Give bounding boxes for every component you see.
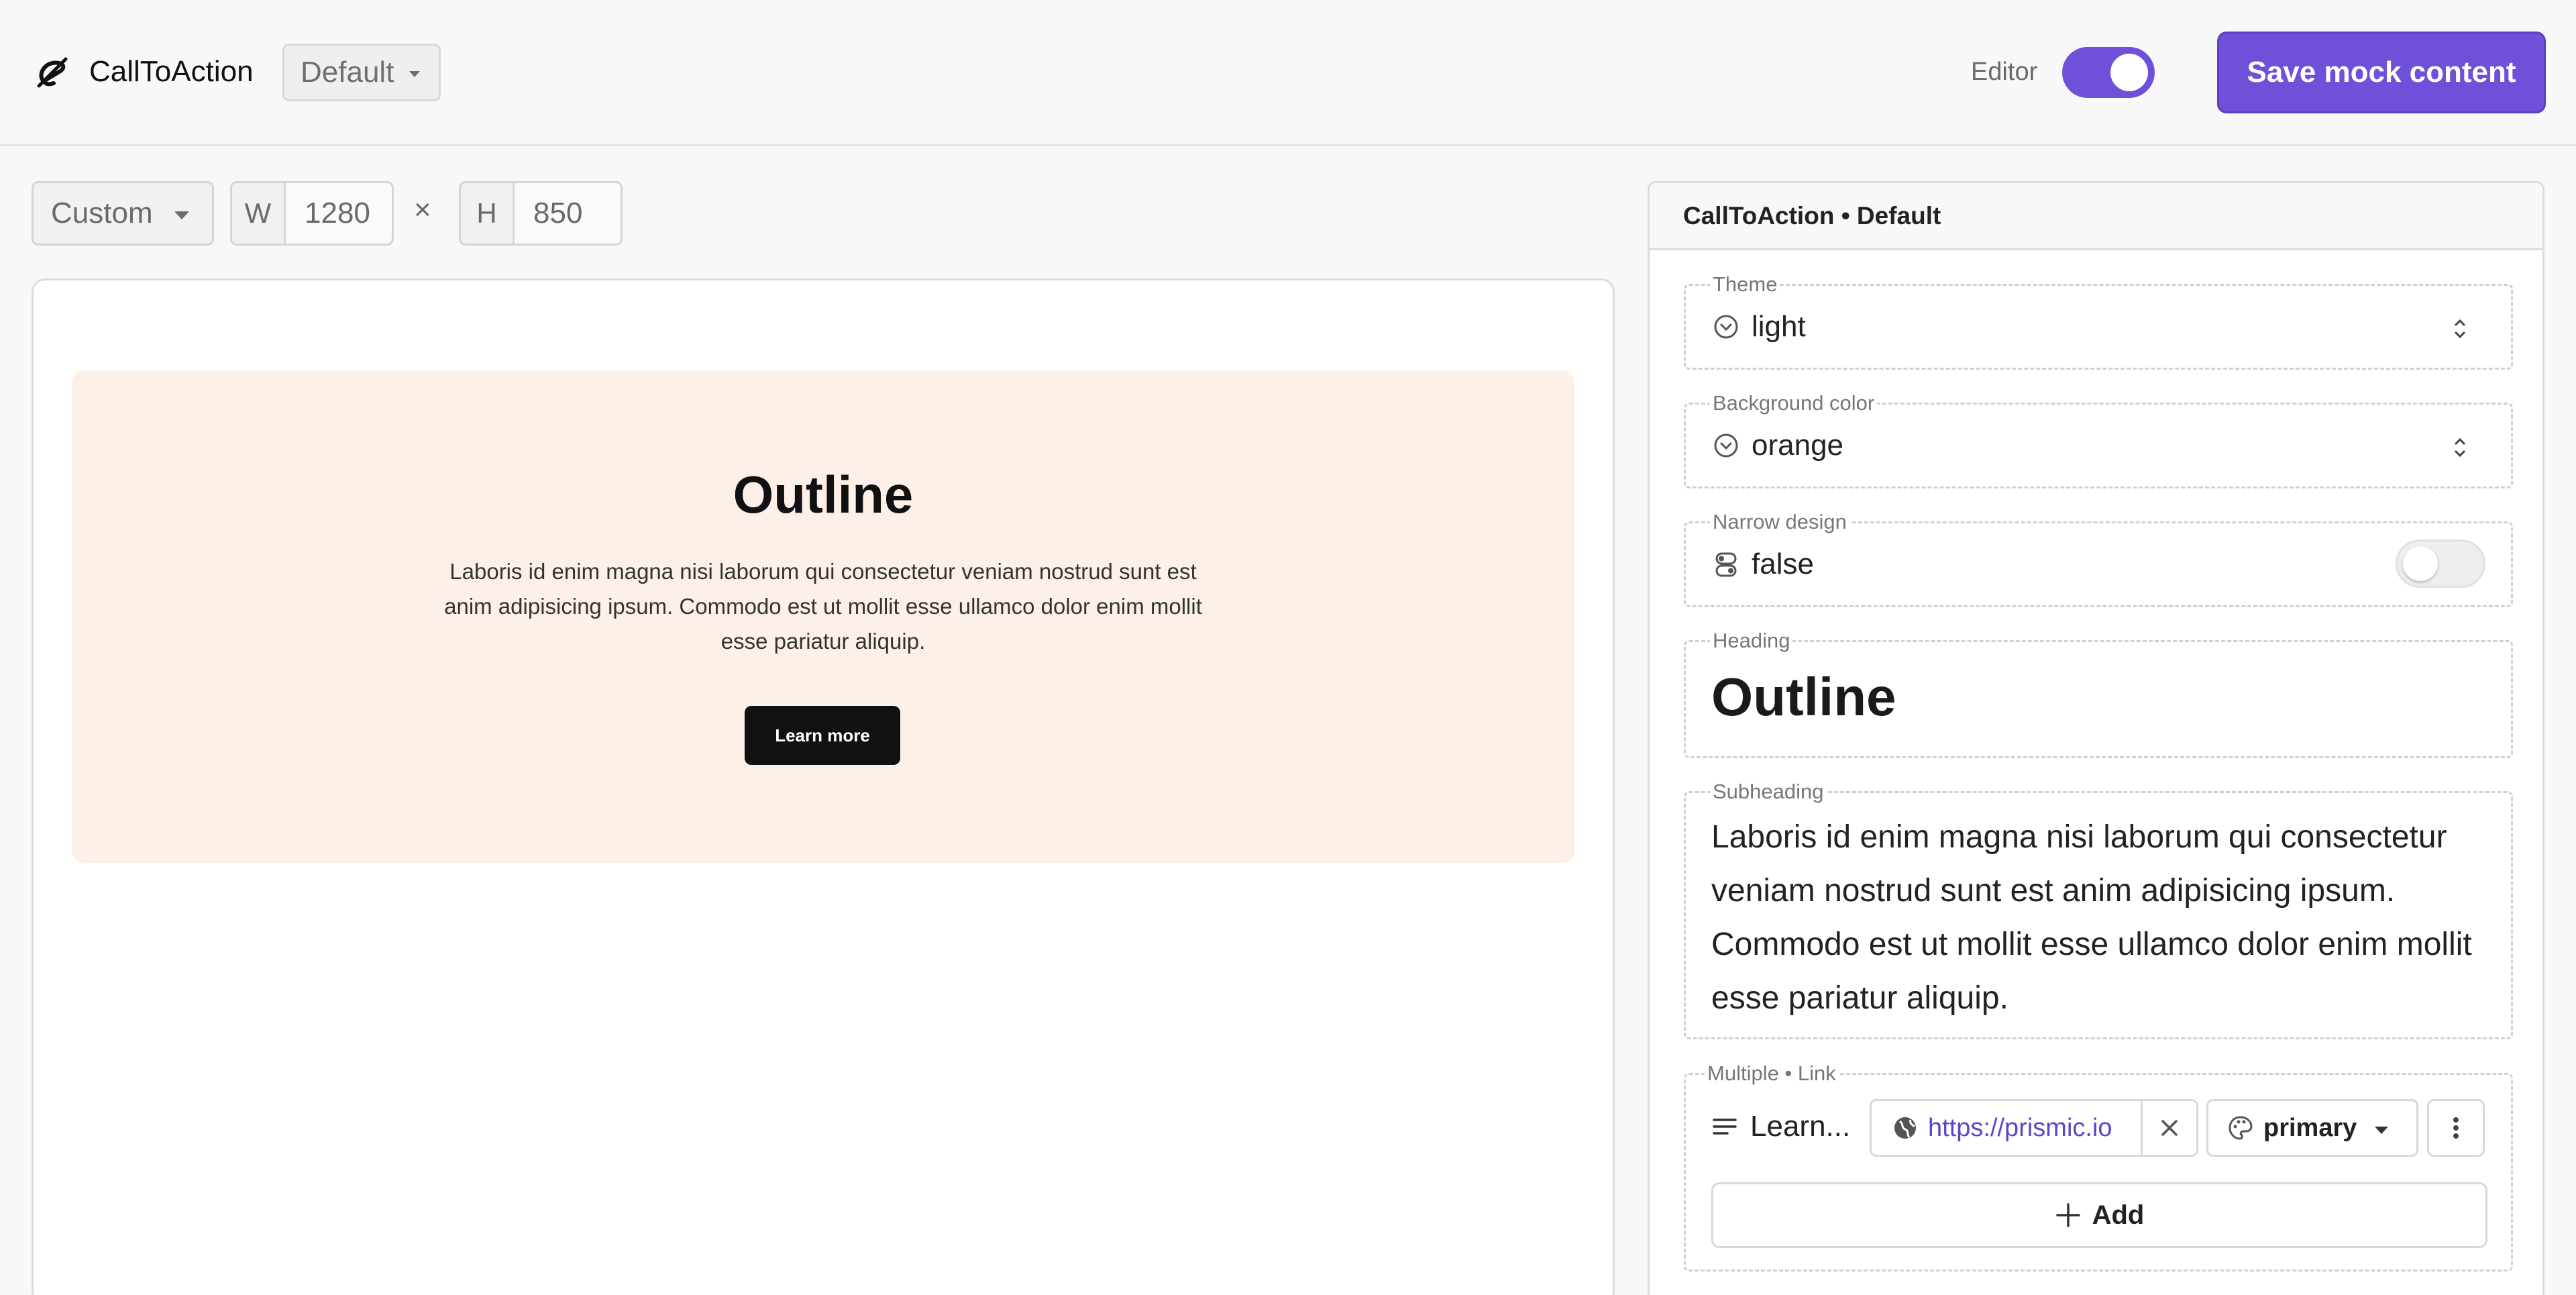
background-color-value: orange — [1752, 429, 1844, 462]
toggle-icon — [1711, 550, 1741, 579]
width-field[interactable]: W 1280 — [230, 181, 394, 246]
add-label: Add — [2092, 1200, 2145, 1230]
select-updown-icon — [2452, 315, 2468, 346]
theme-value: light — [1752, 310, 1806, 343]
select-circle-icon — [1711, 431, 1741, 460]
top-bar: CallToAction Default Editor Save mock co… — [0, 0, 2576, 146]
editor-toggle[interactable] — [2062, 47, 2155, 98]
chevron-down-icon — [2375, 1127, 2388, 1134]
palette-icon — [2227, 1115, 2254, 1141]
width-prefix: W — [232, 183, 286, 244]
close-icon — [2159, 1117, 2180, 1139]
narrow-design-field: Narrow design false — [1684, 510, 2513, 607]
times-separator: × — [414, 193, 431, 226]
link-url[interactable]: https://prismic.io — [1872, 1101, 2143, 1155]
toggle-knob — [2403, 546, 2438, 581]
link-text-value: Learn... — [1750, 1110, 1851, 1143]
link-url-value: https://prismic.io — [1928, 1113, 2112, 1142]
height-field[interactable]: H 850 — [459, 181, 623, 246]
subheading-field[interactable]: Subheading Laboris id enim magna nisi la… — [1684, 780, 2513, 1039]
variation-dropdown[interactable]: Default — [282, 44, 441, 101]
select-circle-icon — [1711, 312, 1741, 342]
width-input[interactable]: 1280 — [286, 183, 392, 244]
narrow-design-label: Narrow design — [1710, 510, 1849, 534]
links-field: Multiple • Link Learn... https://prismic… — [1684, 1061, 2513, 1272]
cta-heading: Outline — [733, 465, 914, 524]
heading-field[interactable]: Heading Outline — [1684, 629, 2513, 758]
links-label: Multiple • Link — [1705, 1061, 1839, 1086]
link-variant-dropdown[interactable]: primary — [2206, 1099, 2418, 1157]
height-input[interactable]: 850 — [515, 183, 621, 244]
toggle-knob — [2110, 54, 2148, 91]
panel-title: CallToAction • Default — [1650, 183, 2542, 250]
heading-label: Heading — [1710, 629, 1793, 653]
narrow-design-value: false — [1752, 548, 1814, 580]
subheading-label: Subheading — [1710, 780, 1827, 804]
height-prefix: H — [461, 183, 515, 244]
cta-subheading: Laboris id enim magna nisi laborum qui c… — [444, 559, 1202, 654]
slice-name: CallToAction — [89, 55, 254, 88]
background-color-label: Background color — [1710, 391, 1878, 415]
screen-size-dropdown[interactable]: Custom — [32, 181, 214, 246]
link-url-field[interactable]: https://prismic.io — [1870, 1099, 2198, 1157]
link-variant-value: primary — [2263, 1113, 2357, 1142]
background-color-field[interactable]: Background color orange — [1684, 391, 2513, 488]
plus-icon — [2055, 1202, 2082, 1229]
chevron-down-icon — [174, 211, 189, 219]
variation-value: Default — [301, 56, 394, 89]
select-updown-icon — [2452, 434, 2468, 464]
globe-icon — [1892, 1115, 1919, 1141]
save-mock-content-button[interactable]: Save mock content — [2217, 32, 2546, 113]
slice-machine-logo-icon — [34, 54, 71, 91]
link-text[interactable]: Learn... — [1711, 1110, 1850, 1143]
theme-field[interactable]: Theme light — [1684, 272, 2513, 370]
editor-label: Editor — [1971, 58, 2038, 86]
screen-size-value: Custom — [51, 197, 153, 229]
narrow-design-toggle[interactable] — [2396, 539, 2485, 588]
call-to-action-section: Outline Laboris id enim magna nisi labor… — [72, 370, 1574, 863]
vertical-dots-icon — [2452, 1115, 2460, 1141]
text-lines-icon — [1711, 1113, 1738, 1140]
subheading-input[interactable]: Laboris id enim magna nisi laborum qui c… — [1711, 811, 2489, 1025]
theme-label: Theme — [1710, 272, 1780, 297]
heading-input[interactable]: Outline — [1711, 666, 1896, 728]
chevron-down-icon — [409, 71, 420, 77]
learn-more-button[interactable]: Learn more — [745, 706, 900, 765]
mock-content-panel: CallToAction • Default Theme light Backg… — [1648, 181, 2544, 1295]
clear-link-button[interactable] — [2143, 1117, 2196, 1139]
more-options-button[interactable] — [2427, 1099, 2485, 1157]
add-link-button[interactable]: Add — [1711, 1182, 2487, 1248]
